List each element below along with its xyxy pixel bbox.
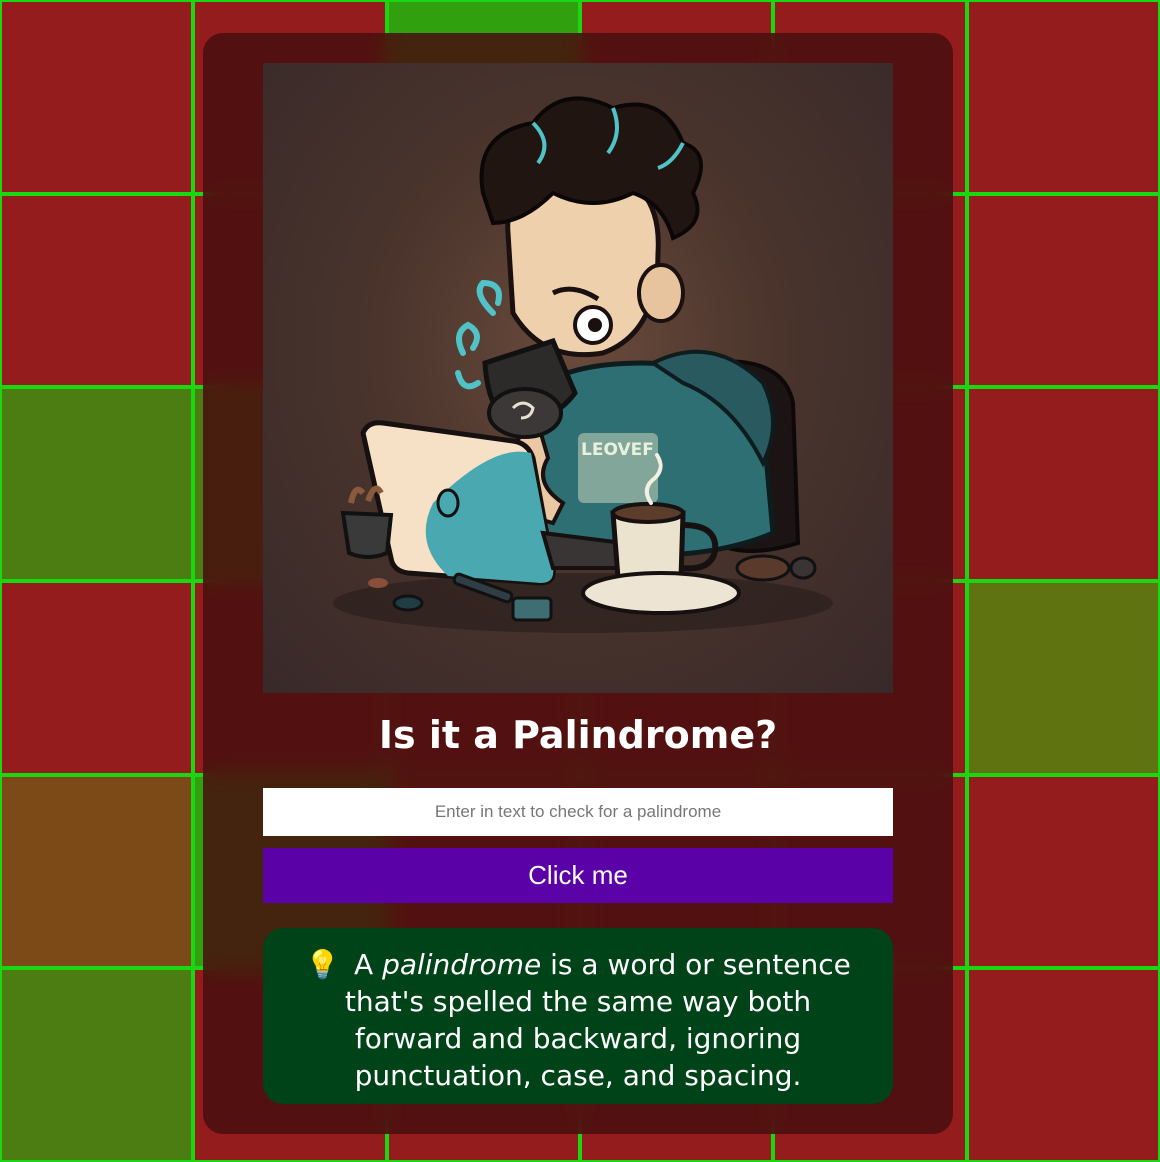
- bg-tile: [966, 774, 1160, 969]
- bg-tile: [0, 580, 194, 775]
- bg-tile: [0, 774, 194, 969]
- bg-tile: [0, 387, 194, 581]
- shirt-text: LEOVEF: [581, 440, 654, 460]
- palindrome-definition-box: 💡 A palindrome is a word or sentence that…: [263, 928, 893, 1104]
- bg-tile: [0, 193, 194, 388]
- definition-emphasis: palindrome: [382, 948, 542, 981]
- coder-illustration-svg: LEOVEF: [333, 96, 833, 633]
- bg-tile: [966, 387, 1160, 581]
- page-title: Is it a Palindrome?: [378, 713, 778, 757]
- bg-tile: [966, 968, 1160, 1162]
- coder-coffee-illustration: LEOVEF: [263, 63, 893, 693]
- check-palindrome-button[interactable]: Click me: [263, 848, 893, 903]
- definition-prefix: A: [354, 948, 374, 981]
- palindrome-card: LEOVEF Is it a Palindrome? Enter in text…: [203, 33, 953, 1134]
- bg-tile: [0, 0, 194, 194]
- palindrome-text-input[interactable]: [263, 788, 893, 836]
- bg-tile: [966, 580, 1160, 775]
- bg-tile: [966, 193, 1160, 388]
- bg-tile: [966, 0, 1160, 194]
- lightbulb-icon: 💡: [305, 948, 340, 981]
- bg-tile: [0, 968, 194, 1162]
